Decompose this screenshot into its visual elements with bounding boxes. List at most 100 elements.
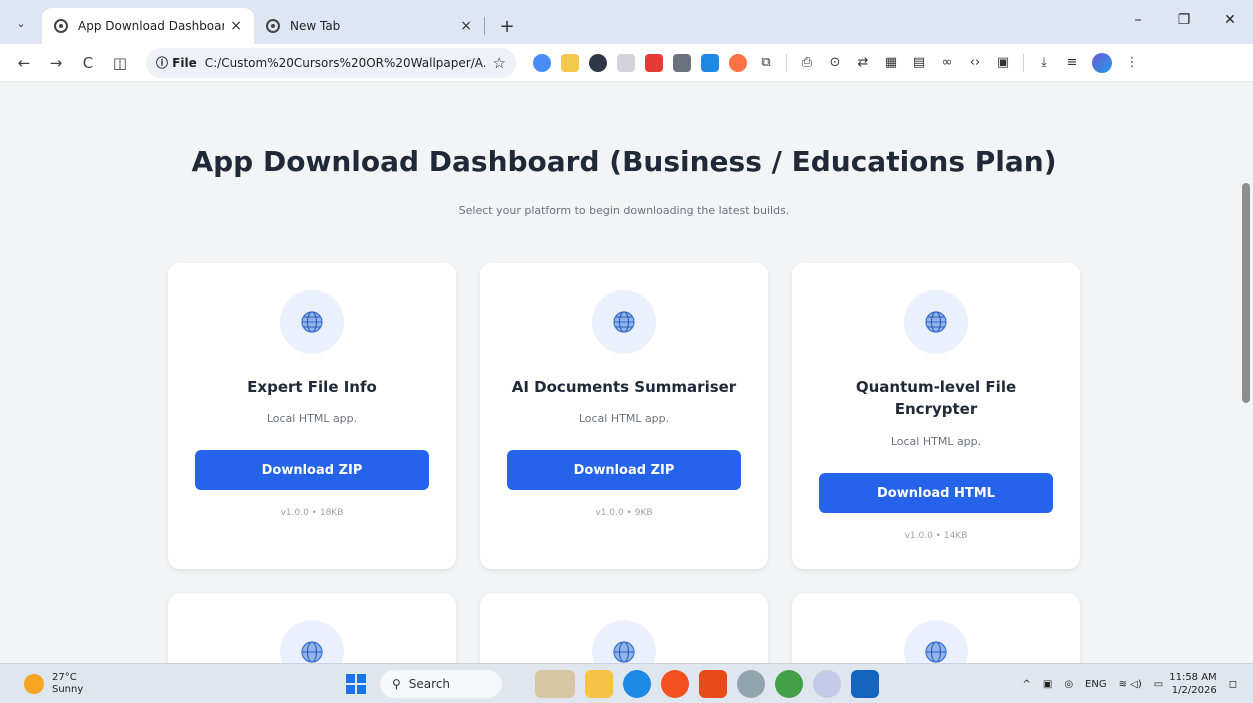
extension-icon[interactable]	[589, 53, 607, 72]
sidebar-icon[interactable]: ▣	[992, 52, 1014, 74]
globe-icon	[280, 290, 344, 354]
extension-icon[interactable]	[729, 53, 747, 72]
reader-mode-icon[interactable]: ▤	[908, 52, 930, 74]
page-viewport: App Download Dashboard (Business / Educa…	[0, 83, 1253, 663]
edge-browser-icon[interactable]	[623, 670, 651, 698]
globe-icon	[592, 620, 656, 663]
extension-icon[interactable]	[645, 53, 663, 72]
address-bar[interactable]: ⓘ File C:/Custom%20Cursors%20OR%20Wallpa…	[146, 47, 516, 78]
tab-search-menu-icon[interactable]: ⌄	[8, 10, 34, 36]
app-name: Quantum-level File Encrypter	[855, 378, 1017, 418]
tab-divider	[484, 17, 485, 35]
close-tab-icon[interactable]: ×	[230, 18, 242, 34]
globe-icon	[266, 19, 280, 33]
url-text: C:/Custom%20Cursors%20OR%20Wallpaper/A..…	[204, 55, 485, 70]
code-icon[interactable]: ‹›	[964, 52, 986, 74]
link-icon[interactable]: ∞	[936, 52, 958, 74]
print-icon[interactable]: ⎙	[796, 52, 818, 74]
toolbar-divider	[786, 53, 787, 72]
tab-title: New Tab	[290, 19, 341, 33]
profile-avatar[interactable]	[1092, 52, 1112, 73]
extensions-area: ⧉ ⎙ ⊙ ⇄ ▦ ▤ ∞ ‹› ▣ ⤓ ≡ ⋮	[528, 52, 1146, 74]
app-card	[168, 593, 456, 663]
taskbar-search[interactable]: ⚲ Search	[380, 670, 502, 698]
settings-gear-icon[interactable]	[737, 670, 765, 698]
notification-bell-icon[interactable]: ◻	[1229, 679, 1237, 690]
chevron-up-icon[interactable]: ^	[1022, 679, 1030, 690]
wifi-volume-icon[interactable]: ≋ ◁)	[1119, 679, 1142, 690]
app-card: Expert File Info Local HTML app. Downloa…	[168, 263, 456, 569]
extension-icon[interactable]	[701, 53, 719, 72]
bookmark-star-icon[interactable]: ☆	[493, 54, 506, 72]
extension-icon[interactable]	[617, 53, 635, 72]
app-description: Local HTML app.	[266, 412, 358, 425]
page-subtitle: Select your platform to begin downloadin…	[458, 204, 790, 217]
restore-button[interactable]: ❐	[1161, 0, 1207, 40]
app-card: Quantum-level File Encrypter Local HTML …	[792, 263, 1080, 569]
reload-button[interactable]: C	[74, 49, 102, 77]
qr-code-icon[interactable]: ▦	[880, 52, 902, 74]
file-explorer-icon[interactable]	[585, 670, 613, 698]
tab-title: App Download Dashboard	[78, 19, 225, 33]
translate-icon[interactable]: ⇄	[852, 52, 874, 74]
globe-icon	[280, 620, 344, 663]
chrome-icon[interactable]	[775, 670, 803, 698]
app-name: AI Documents Summariser	[511, 378, 737, 396]
language-indicator[interactable]: ENG	[1085, 679, 1107, 690]
taskbar-apps	[530, 670, 884, 698]
screenshot-icon[interactable]: ⊙	[824, 52, 846, 74]
download-icon[interactable]: ⤓	[1033, 52, 1055, 74]
sun-icon	[24, 673, 44, 694]
page-title: App Download Dashboard (Business / Educa…	[191, 145, 1057, 178]
forward-button[interactable]: →	[42, 49, 70, 77]
globe-icon	[904, 620, 968, 663]
reading-list-icon[interactable]: ≡	[1061, 52, 1083, 74]
minimize-button[interactable]: –	[1115, 0, 1161, 40]
window-controls: – ❐ ✕	[1115, 0, 1253, 40]
site-info-chip[interactable]: ⓘ File	[156, 54, 197, 71]
close-tab-icon[interactable]: ×	[460, 18, 472, 34]
word-icon[interactable]	[851, 670, 879, 698]
globe-icon	[54, 19, 68, 33]
app-card	[480, 593, 768, 663]
powerpoint-icon[interactable]	[699, 670, 727, 698]
back-button[interactable]: ←	[10, 49, 38, 77]
extension-icon[interactable]	[533, 53, 551, 72]
app-card	[792, 593, 1080, 663]
download-zip-button[interactable]: Download ZIP	[195, 450, 429, 490]
widgets-app-icon[interactable]	[535, 670, 575, 698]
clock[interactable]: 11:58 AM 1/2/2026	[1169, 671, 1216, 697]
chrome-canary-icon[interactable]	[661, 670, 689, 698]
search-icon: ⚲	[392, 677, 401, 691]
download-html-button[interactable]: Download HTML	[819, 473, 1053, 513]
tab-app-download-dashboard[interactable]: App Download Dashboard ×	[42, 8, 254, 44]
new-tab-button[interactable]: +	[493, 12, 521, 40]
more-menu-icon[interactable]: ⋮	[1121, 52, 1143, 74]
tray-app-icon[interactable]: ▣	[1043, 679, 1052, 690]
tab-new-tab[interactable]: New Tab ×	[254, 8, 484, 44]
app-version-size: v1.0.0 • 14KB	[904, 531, 968, 541]
battery-icon[interactable]: ▭	[1154, 679, 1163, 690]
download-zip-button[interactable]: Download ZIP	[507, 450, 741, 490]
search-label: Search	[408, 677, 451, 691]
app-name: Expert File Info	[247, 378, 377, 396]
extension-icon[interactable]	[561, 53, 579, 72]
toolbar-divider	[1023, 53, 1024, 72]
app-card: AI Documents Summariser Local HTML app. …	[480, 263, 768, 569]
split-view-icon[interactable]: ◫	[106, 49, 134, 77]
weather-widget[interactable]: 27°C Sunny	[24, 672, 83, 696]
weather-temp: 27°C	[52, 671, 77, 683]
app-version-size: v1.0.0 • 18KB	[280, 508, 344, 518]
extension-icon[interactable]	[673, 53, 691, 72]
app-description: Local HTML app.	[578, 412, 670, 425]
weather-condition: Sunny	[52, 683, 84, 695]
start-button[interactable]	[346, 674, 366, 694]
tab-strip: ⌄ App Download Dashboard × New Tab × + –…	[0, 0, 1253, 44]
assistant-icon[interactable]	[813, 670, 841, 698]
tray-app-icon[interactable]: ◎	[1064, 679, 1073, 690]
globe-icon	[592, 290, 656, 354]
close-window-button[interactable]: ✕	[1207, 0, 1253, 40]
system-tray: ^ ▣ ◎ ENG ≋ ◁) ▭ 11:58 AM 1/2/2026 ◻	[1016, 664, 1243, 703]
globe-icon	[904, 290, 968, 354]
puzzle-extensions-icon[interactable]: ⧉	[755, 52, 777, 74]
